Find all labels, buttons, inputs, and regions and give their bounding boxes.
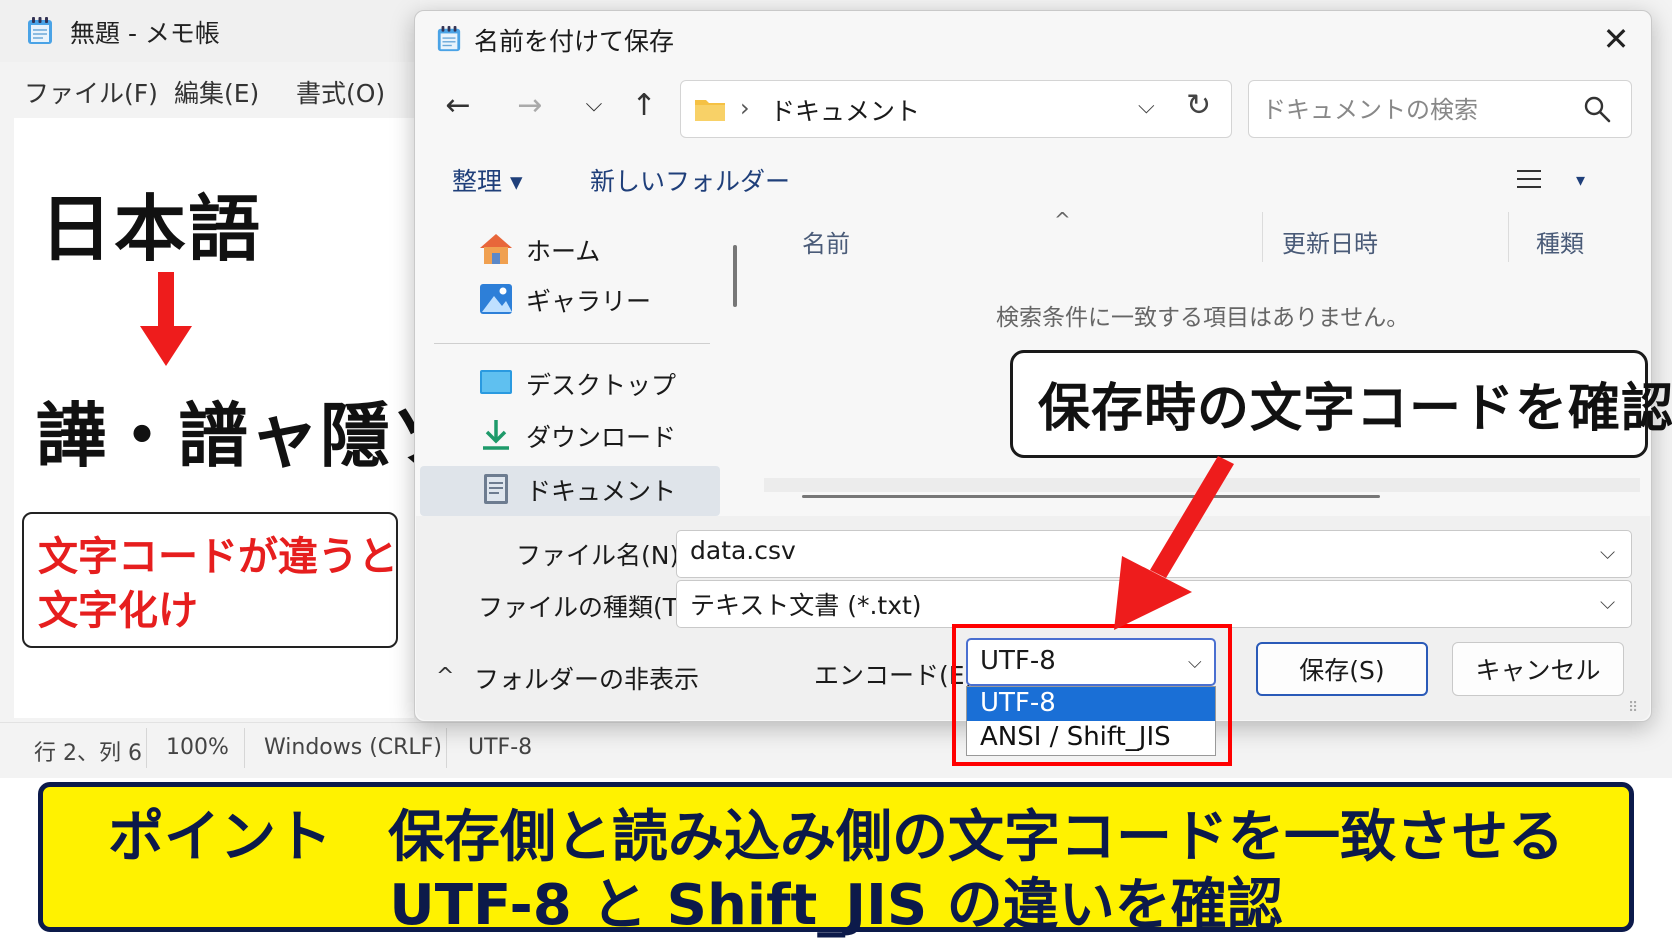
gallery-icon [480, 284, 512, 314]
menu-format[interactable]: 書式(O) [296, 74, 385, 110]
sort-ascending-icon: ^ [1054, 208, 1071, 232]
up-arrow-icon[interactable]: ↑ [624, 88, 664, 123]
sidebar-item-downloads[interactable]: ダウンロード [526, 418, 676, 454]
new-folder-button[interactable]: 新しいフォルダー [590, 162, 790, 198]
warning-text: 文字コードが違うと 文字化け [38, 530, 398, 638]
status-divider [446, 728, 447, 768]
notepad-icon [28, 17, 52, 44]
view-dropdown-icon[interactable]: ▾ [1576, 170, 1585, 191]
address-dropdown-chevron-icon[interactable]: ⌵ [1138, 94, 1155, 119]
filename-label: ファイル名(N): [516, 541, 688, 570]
close-icon[interactable]: ✕ [1598, 20, 1634, 58]
sidebar-item-home[interactable]: ホーム [526, 232, 600, 268]
filetype-dropdown-chevron-icon[interactable]: ⌵ [1600, 590, 1615, 614]
recent-locations-chevron-icon[interactable]: ⌵ [574, 92, 614, 117]
status-zoom: 100% [166, 735, 229, 760]
nav-divider [434, 343, 710, 344]
chevron-up-icon[interactable]: ^ [436, 664, 454, 689]
breadcrumb-separator: › [740, 94, 750, 122]
cancel-button[interactable]: キャンセル [1452, 642, 1624, 696]
download-icon [483, 420, 509, 450]
horizontal-scrollbar-thumb[interactable] [802, 495, 1380, 498]
home-icon [480, 234, 512, 264]
menu-file[interactable]: ファイル(F) [24, 74, 158, 110]
view-options-icon[interactable] [1516, 168, 1542, 190]
search-icon[interactable] [1582, 94, 1612, 124]
empty-list-message: 検索条件に一致する項目はありません。 [996, 305, 1410, 331]
warning-line-1: 文字コードが違うと [38, 534, 398, 580]
sidebar-item-documents[interactable]: ドキュメント [526, 472, 676, 508]
forward-arrow-icon[interactable]: → [510, 88, 550, 123]
filetype-value: テキスト文書 (*.txt) [690, 591, 922, 620]
garbled-text: 譁・譜ャ隱ソ [36, 395, 462, 477]
status-position: 行 2、列 6 [34, 741, 142, 766]
refresh-icon[interactable]: ↻ [1186, 88, 1211, 123]
search-input[interactable] [1260, 90, 1564, 130]
filetype-label: ファイルの種類(T): [478, 593, 697, 622]
resize-grip-icon[interactable]: ⠿ [1628, 700, 1638, 716]
back-arrow-icon[interactable]: ← [438, 88, 478, 123]
sidebar-item-gallery[interactable]: ギャラリー [526, 282, 651, 318]
encoding-highlight-box [952, 624, 1232, 766]
column-header-modified[interactable]: 更新日時 [1282, 224, 1378, 259]
desktop-icon [480, 370, 512, 394]
menu-edit[interactable]: 編集(E) [174, 74, 259, 110]
status-divider [146, 728, 147, 768]
original-text: 日本語 [40, 187, 263, 271]
status-divider [244, 728, 245, 768]
folder-icon [695, 100, 725, 121]
hide-folders-toggle[interactable]: フォルダーの非表示 [474, 660, 699, 696]
warning-line-2: 文字化け [38, 588, 198, 634]
column-header-type[interactable]: 種類 [1536, 224, 1584, 259]
save-button[interactable]: 保存(S) [1256, 642, 1428, 696]
callout-text: 保存時の文字コードを確認 [1038, 379, 1672, 439]
column-header-name[interactable]: 名前 [802, 224, 850, 259]
column-divider[interactable] [1508, 212, 1509, 262]
filename-dropdown-chevron-icon[interactable]: ⌵ [1600, 540, 1615, 564]
dialog-title: 名前を付けて保存 [474, 27, 675, 56]
column-divider[interactable] [1262, 212, 1263, 262]
banner-line-2: UTF-8 と Shift_JIS の違いを確認 [389, 873, 1283, 938]
down-arrow-icon [140, 272, 192, 366]
status-encoding: UTF-8 [468, 735, 533, 760]
sidebar-item-desktop[interactable]: デスクトップ [526, 366, 676, 402]
documents-icon [484, 474, 508, 504]
organize-button[interactable]: 整理 ▾ [452, 162, 523, 198]
breadcrumb-documents[interactable]: ドキュメント [770, 92, 920, 128]
notepad-title: 無題 - メモ帳 [70, 19, 220, 48]
pointer-arrow-icon [1114, 456, 1234, 630]
nav-scrollbar[interactable] [733, 245, 737, 307]
notepad-icon [437, 26, 461, 52]
status-line-ending: Windows (CRLF) [264, 735, 442, 760]
filename-value: data.csv [690, 536, 796, 565]
